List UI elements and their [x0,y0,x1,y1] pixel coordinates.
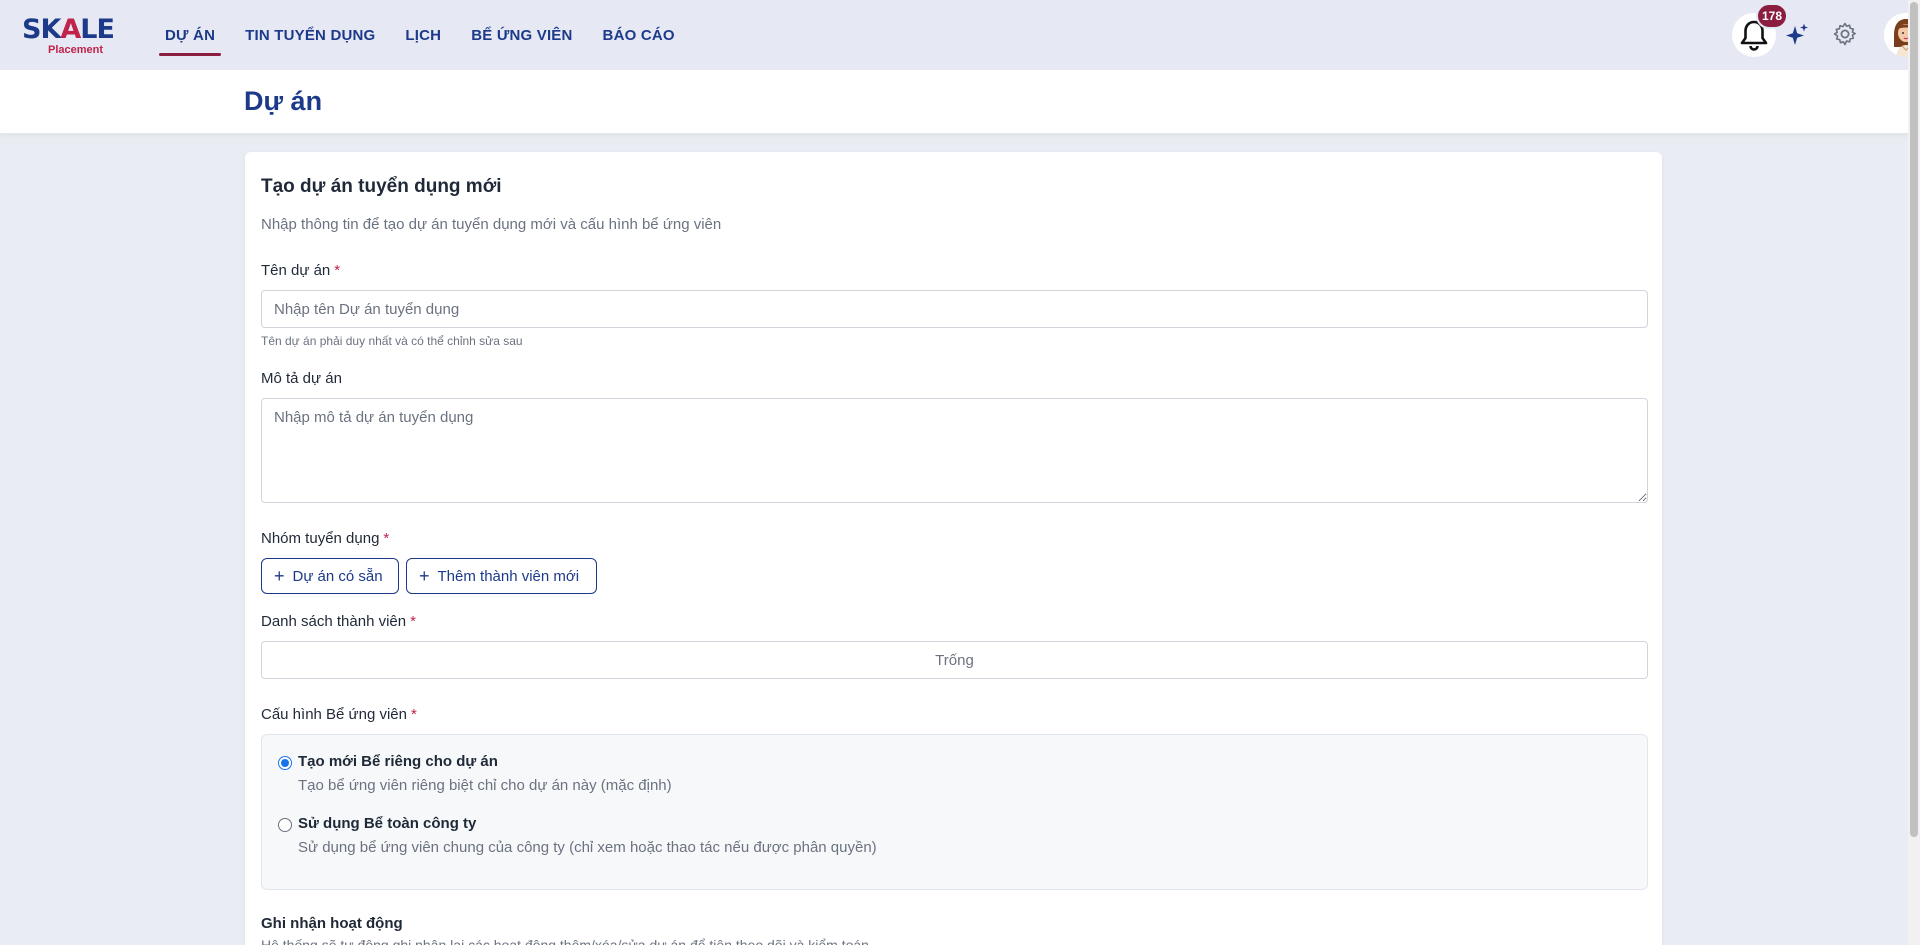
member-list-label: Danh sách thành viên * [261,613,416,630]
required-mark: * [410,613,416,630]
nav-item-projects[interactable]: DỰ ÁN [158,0,222,70]
project-description-textarea[interactable] [261,398,1648,503]
top-navigation-bar: SKALE Placement DỰ ÁN TIN TUYỂN DỤNG LỊC… [0,0,1920,70]
ai-assistant-button[interactable] [1784,22,1810,48]
recruitment-group-label: Nhóm tuyển dụng * [261,530,390,547]
page-header: Dự án [0,70,1908,134]
settings-button[interactable] [1832,21,1858,47]
required-mark: * [383,530,390,547]
page-title: Dự án [244,86,323,116]
page-scrollbar[interactable] [1908,0,1920,945]
radio-company-pool[interactable] [278,818,292,832]
project-name-label: Tên dự án * [261,262,341,279]
radio-private-pool[interactable] [278,756,292,770]
required-mark: * [410,706,417,723]
nav-item-job-posts[interactable]: TIN TUYỂN DỤNG [245,0,375,70]
add-member-button[interactable]: + Thêm thành viên mới [406,558,597,594]
required-mark: * [334,262,341,279]
form-description: Nhập thông tin để tạo dự án tuyển dụng m… [261,216,722,233]
nav-item-reports[interactable]: BÁO CÁO [603,0,675,70]
nav-item-calendar[interactable]: LỊCH [405,0,441,70]
pool-config-label: Cấu hình Bể ứng viên * [261,706,417,723]
activity-log-desc: Hệ thống sẽ tự động ghi nhận lại các hoạ… [261,937,869,945]
scrollbar-thumb[interactable] [1910,2,1918,837]
existing-project-button[interactable]: + Dự án có sẵn [261,558,399,594]
project-description-label: Mô tả dự án [261,370,342,387]
main-nav: DỰ ÁN TIN TUYỂN DỤNG LỊCH BỂ ỨNG VIÊN BÁ… [150,0,690,70]
create-project-card: Tạo dự án tuyển dụng mới Nhập thông tin … [245,152,1662,945]
pool-config-options: Tạo mới Bể riêng cho dự án Tạo bể ứng vi… [261,734,1648,890]
skale-logo[interactable]: SKALE Placement [22,16,115,57]
gear-icon [1833,22,1856,46]
sparkle-icon [1786,23,1808,45]
activity-log-title: Ghi nhận hoạt động [261,915,403,932]
nav-item-candidate-pool[interactable]: BỂ ỨNG VIÊN [471,0,572,70]
plus-icon: + [274,566,285,586]
project-name-help: Tên dự án phải duy nhất và có thể chỉnh … [261,334,523,348]
project-name-input[interactable] [261,290,1648,328]
form-title: Tạo dự án tuyển dụng mới [261,176,502,197]
plus-icon: + [419,566,430,586]
member-list-empty: Trống [261,641,1648,679]
